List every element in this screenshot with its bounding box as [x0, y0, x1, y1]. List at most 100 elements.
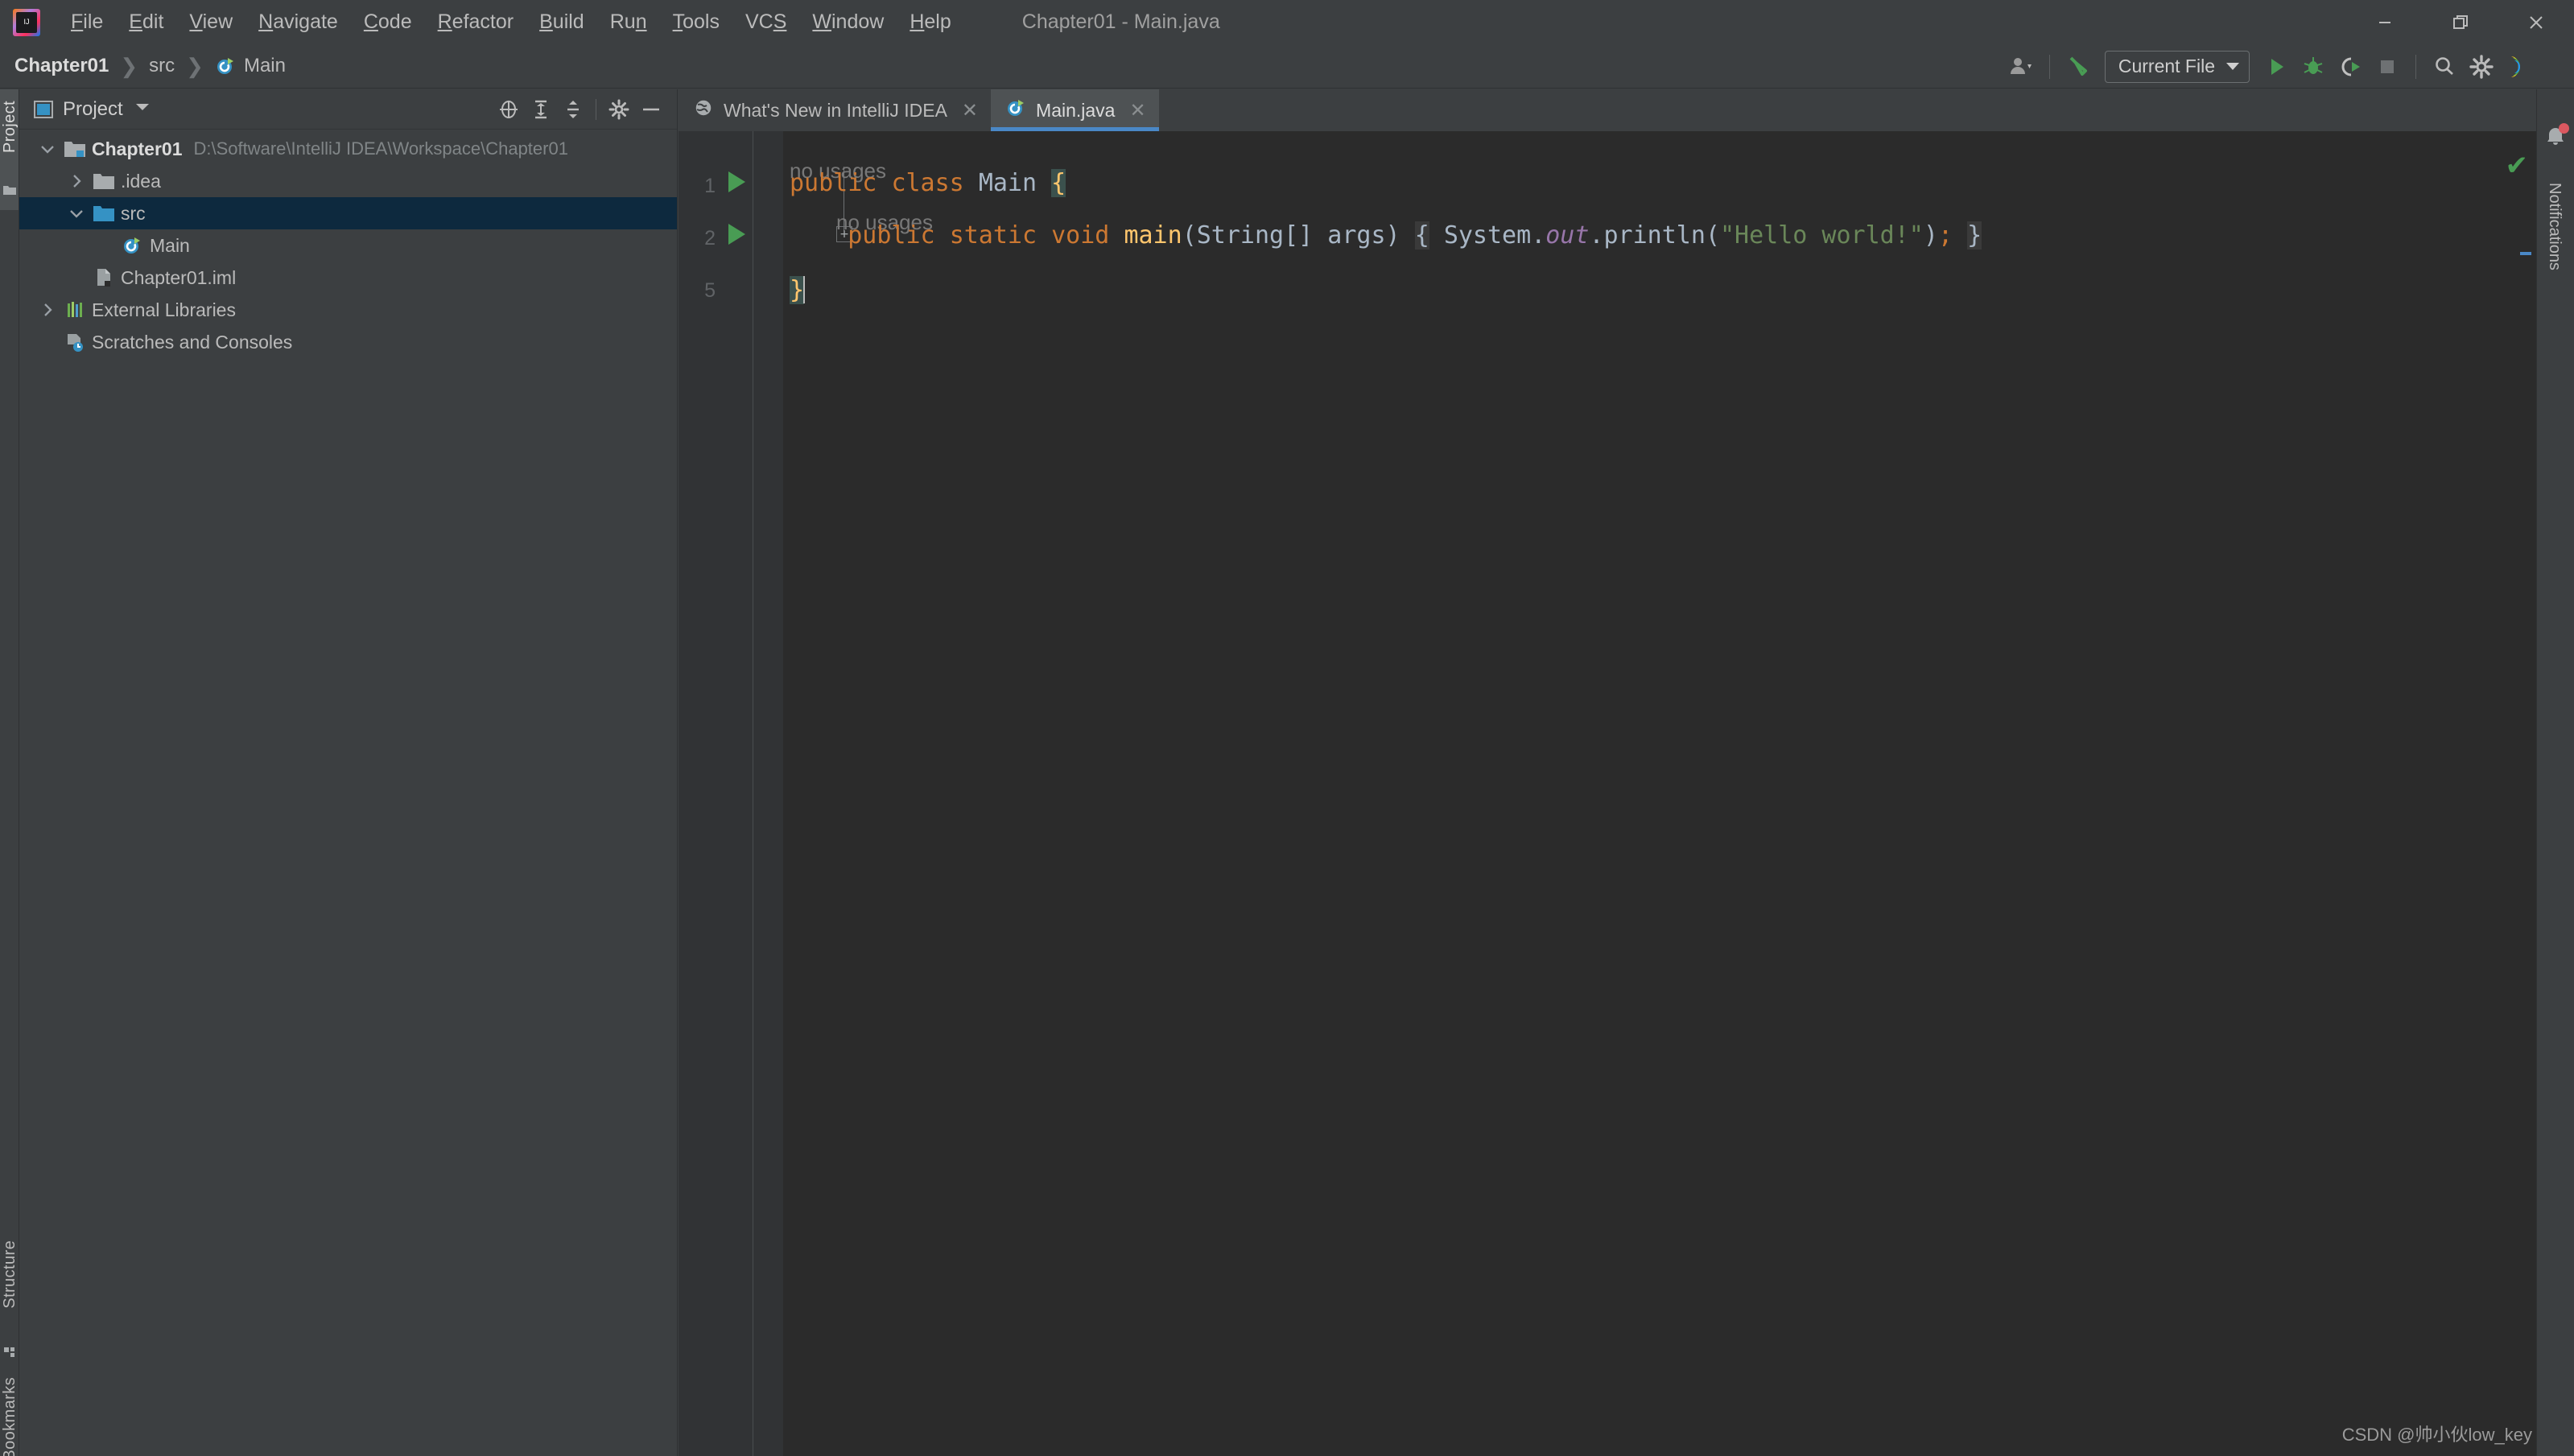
- scrollbar-marker[interactable]: [2520, 252, 2531, 255]
- debug-button[interactable]: [2295, 48, 2332, 85]
- tree-item-main[interactable]: Main: [19, 229, 677, 262]
- line-number: 2: [704, 227, 716, 250]
- tree-item-label: src: [121, 202, 146, 224]
- minimize-button[interactable]: [2347, 0, 2423, 44]
- project-tool-window: Project Chapter01 D:\Software\IntelliJ I…: [19, 89, 678, 1456]
- code-folding-strip[interactable]: +: [753, 131, 852, 1456]
- close-icon[interactable]: ✕: [1129, 99, 1145, 122]
- tree-item-src[interactable]: src: [19, 197, 677, 229]
- tab-whats-new[interactable]: What's New in IntelliJ IDEA ✕: [679, 89, 991, 131]
- folder-icon: [3, 184, 16, 200]
- globe-icon: [693, 97, 714, 123]
- sidebar-item-notifications[interactable]: Notifications: [2545, 183, 2564, 270]
- search-everywhere-icon[interactable]: [2426, 48, 2463, 85]
- toolbar-divider: [2415, 54, 2416, 79]
- select-opened-file-icon[interactable]: [493, 93, 525, 126]
- tree-item-scratches-and-consoles[interactable]: Scratches and Consoles: [19, 326, 677, 358]
- right-tool-rail: Notifications: [2536, 89, 2574, 1456]
- line-number: 1: [704, 175, 716, 197]
- tree-item-chapter01[interactable]: Chapter01 D:\Software\IntelliJ IDEA\Works…: [19, 133, 677, 165]
- project-panel-actions: [493, 93, 677, 126]
- tab-main-java[interactable]: Main.java ✕: [991, 89, 1159, 131]
- menu-edit[interactable]: Edit: [116, 0, 176, 44]
- tree-item-external-libraries[interactable]: External Libraries: [19, 294, 677, 326]
- java-class-icon: [1005, 97, 1026, 123]
- notifications-bell-icon[interactable]: [2543, 123, 2569, 149]
- editor-area: What's New in IntelliJ IDEA ✕ Main.java …: [679, 89, 2536, 1456]
- window-controls: [2347, 0, 2574, 44]
- settings-gear-icon[interactable]: [2463, 48, 2500, 85]
- chevron-right-icon[interactable]: [63, 173, 90, 189]
- tree-item-label: Scratches and Consoles: [92, 331, 293, 353]
- tree-item-label: External Libraries: [92, 299, 236, 320]
- code-line-1: public class Main {: [790, 169, 1066, 197]
- chevron-down-icon[interactable]: [134, 101, 151, 117]
- run-configuration-label: Current File: [2118, 56, 2215, 76]
- project-module-icon: [61, 138, 89, 159]
- java-class-icon: [119, 235, 146, 256]
- chevron-down-icon[interactable]: [34, 143, 61, 155]
- project-panel-title: Project: [63, 97, 123, 120]
- main-toolbar: Current File: [2003, 44, 2537, 89]
- breadcrumb-item-project[interactable]: Chapter01: [14, 55, 109, 77]
- menu-tools[interactable]: Tools: [660, 0, 732, 44]
- settings-gear-icon[interactable]: [603, 93, 635, 126]
- build-hammer-icon[interactable]: [2060, 48, 2097, 85]
- run-configuration-selector[interactable]: Current File: [2104, 50, 2250, 83]
- run-with-coverage-button[interactable]: [2332, 48, 2369, 85]
- run-button[interactable]: [2258, 48, 2295, 85]
- menu-run[interactable]: Run: [597, 0, 660, 44]
- menu-view[interactable]: View: [176, 0, 245, 44]
- chevron-down-icon[interactable]: [63, 208, 90, 219]
- menu-build[interactable]: Build: [526, 0, 597, 44]
- text-caret: [803, 276, 806, 303]
- breadcrumb-item-main[interactable]: Main: [244, 55, 286, 77]
- project-panel-header: Project: [19, 89, 677, 130]
- tree-item-chapter01-iml[interactable]: Chapter01.iml: [19, 262, 677, 294]
- sidebar-item-project[interactable]: Project: [1, 101, 19, 153]
- tree-item-idea[interactable]: .idea: [19, 165, 677, 197]
- sidebar-item-bookmarks[interactable]: Bookmarks: [1, 1377, 19, 1456]
- code-editor[interactable]: 1 2 5 + no usages public class Main { no…: [679, 131, 2536, 1456]
- menu-file[interactable]: File: [58, 0, 116, 44]
- editor-tab-bar: What's New in IntelliJ IDEA ✕ Main.java …: [679, 89, 2536, 131]
- menu-window[interactable]: Window: [799, 0, 897, 44]
- run-gutter-icon[interactable]: [728, 224, 745, 245]
- folder-icon: [90, 171, 118, 192]
- tree-item-label: Chapter01.iml: [121, 266, 237, 288]
- inspection-ok-checkmark[interactable]: ✔: [2506, 152, 2529, 179]
- close-icon[interactable]: ✕: [962, 99, 978, 122]
- menu-navigate[interactable]: Navigate: [245, 0, 351, 44]
- watermark-text: CSDN @帅小伙low_key: [2341, 1425, 2532, 1445]
- tree-item-label: Chapter01: [92, 138, 183, 159]
- code-text[interactable]: no usages public class Main { no usages …: [783, 131, 2501, 1456]
- intellij-logo-text: IJ: [16, 11, 37, 33]
- chevron-down-icon: [2226, 63, 2239, 70]
- menu-vcs[interactable]: VCS: [732, 0, 799, 44]
- expand-all-icon[interactable]: [525, 93, 557, 126]
- code-line-2: public static void main(String[] args) {…: [848, 221, 1982, 250]
- close-button[interactable]: [2498, 0, 2574, 44]
- chevron-right-icon[interactable]: [34, 302, 61, 318]
- sidebar-item-structure[interactable]: Structure: [1, 1240, 19, 1309]
- menu-code[interactable]: Code: [351, 0, 425, 44]
- collapse-all-icon[interactable]: [557, 93, 589, 126]
- breadcrumb-item-src[interactable]: src: [149, 55, 175, 77]
- user-account-icon[interactable]: [2003, 48, 2040, 85]
- source-folder-icon: [90, 203, 118, 224]
- menu-help[interactable]: Help: [897, 0, 963, 44]
- run-gutter-icon[interactable]: [728, 171, 745, 192]
- ide-feature-trainer-icon[interactable]: [2500, 48, 2537, 85]
- menu-refactor[interactable]: Refactor: [425, 0, 527, 44]
- java-class-icon: [215, 56, 236, 76]
- breadcrumb-separator: ❯: [120, 53, 138, 78]
- hide-panel-icon[interactable]: [635, 93, 667, 126]
- code-line-5: }: [790, 276, 806, 304]
- restore-button[interactable]: [2423, 0, 2498, 44]
- tree-item-label: .idea: [121, 170, 161, 192]
- tab-label: What's New in IntelliJ IDEA: [724, 99, 947, 121]
- editor-gutter[interactable]: 1 2 5: [679, 131, 753, 1456]
- left-tool-rail: Project Structure Bookmarks: [0, 89, 19, 1456]
- line-number: 5: [704, 279, 716, 302]
- stop-button[interactable]: [2369, 48, 2406, 85]
